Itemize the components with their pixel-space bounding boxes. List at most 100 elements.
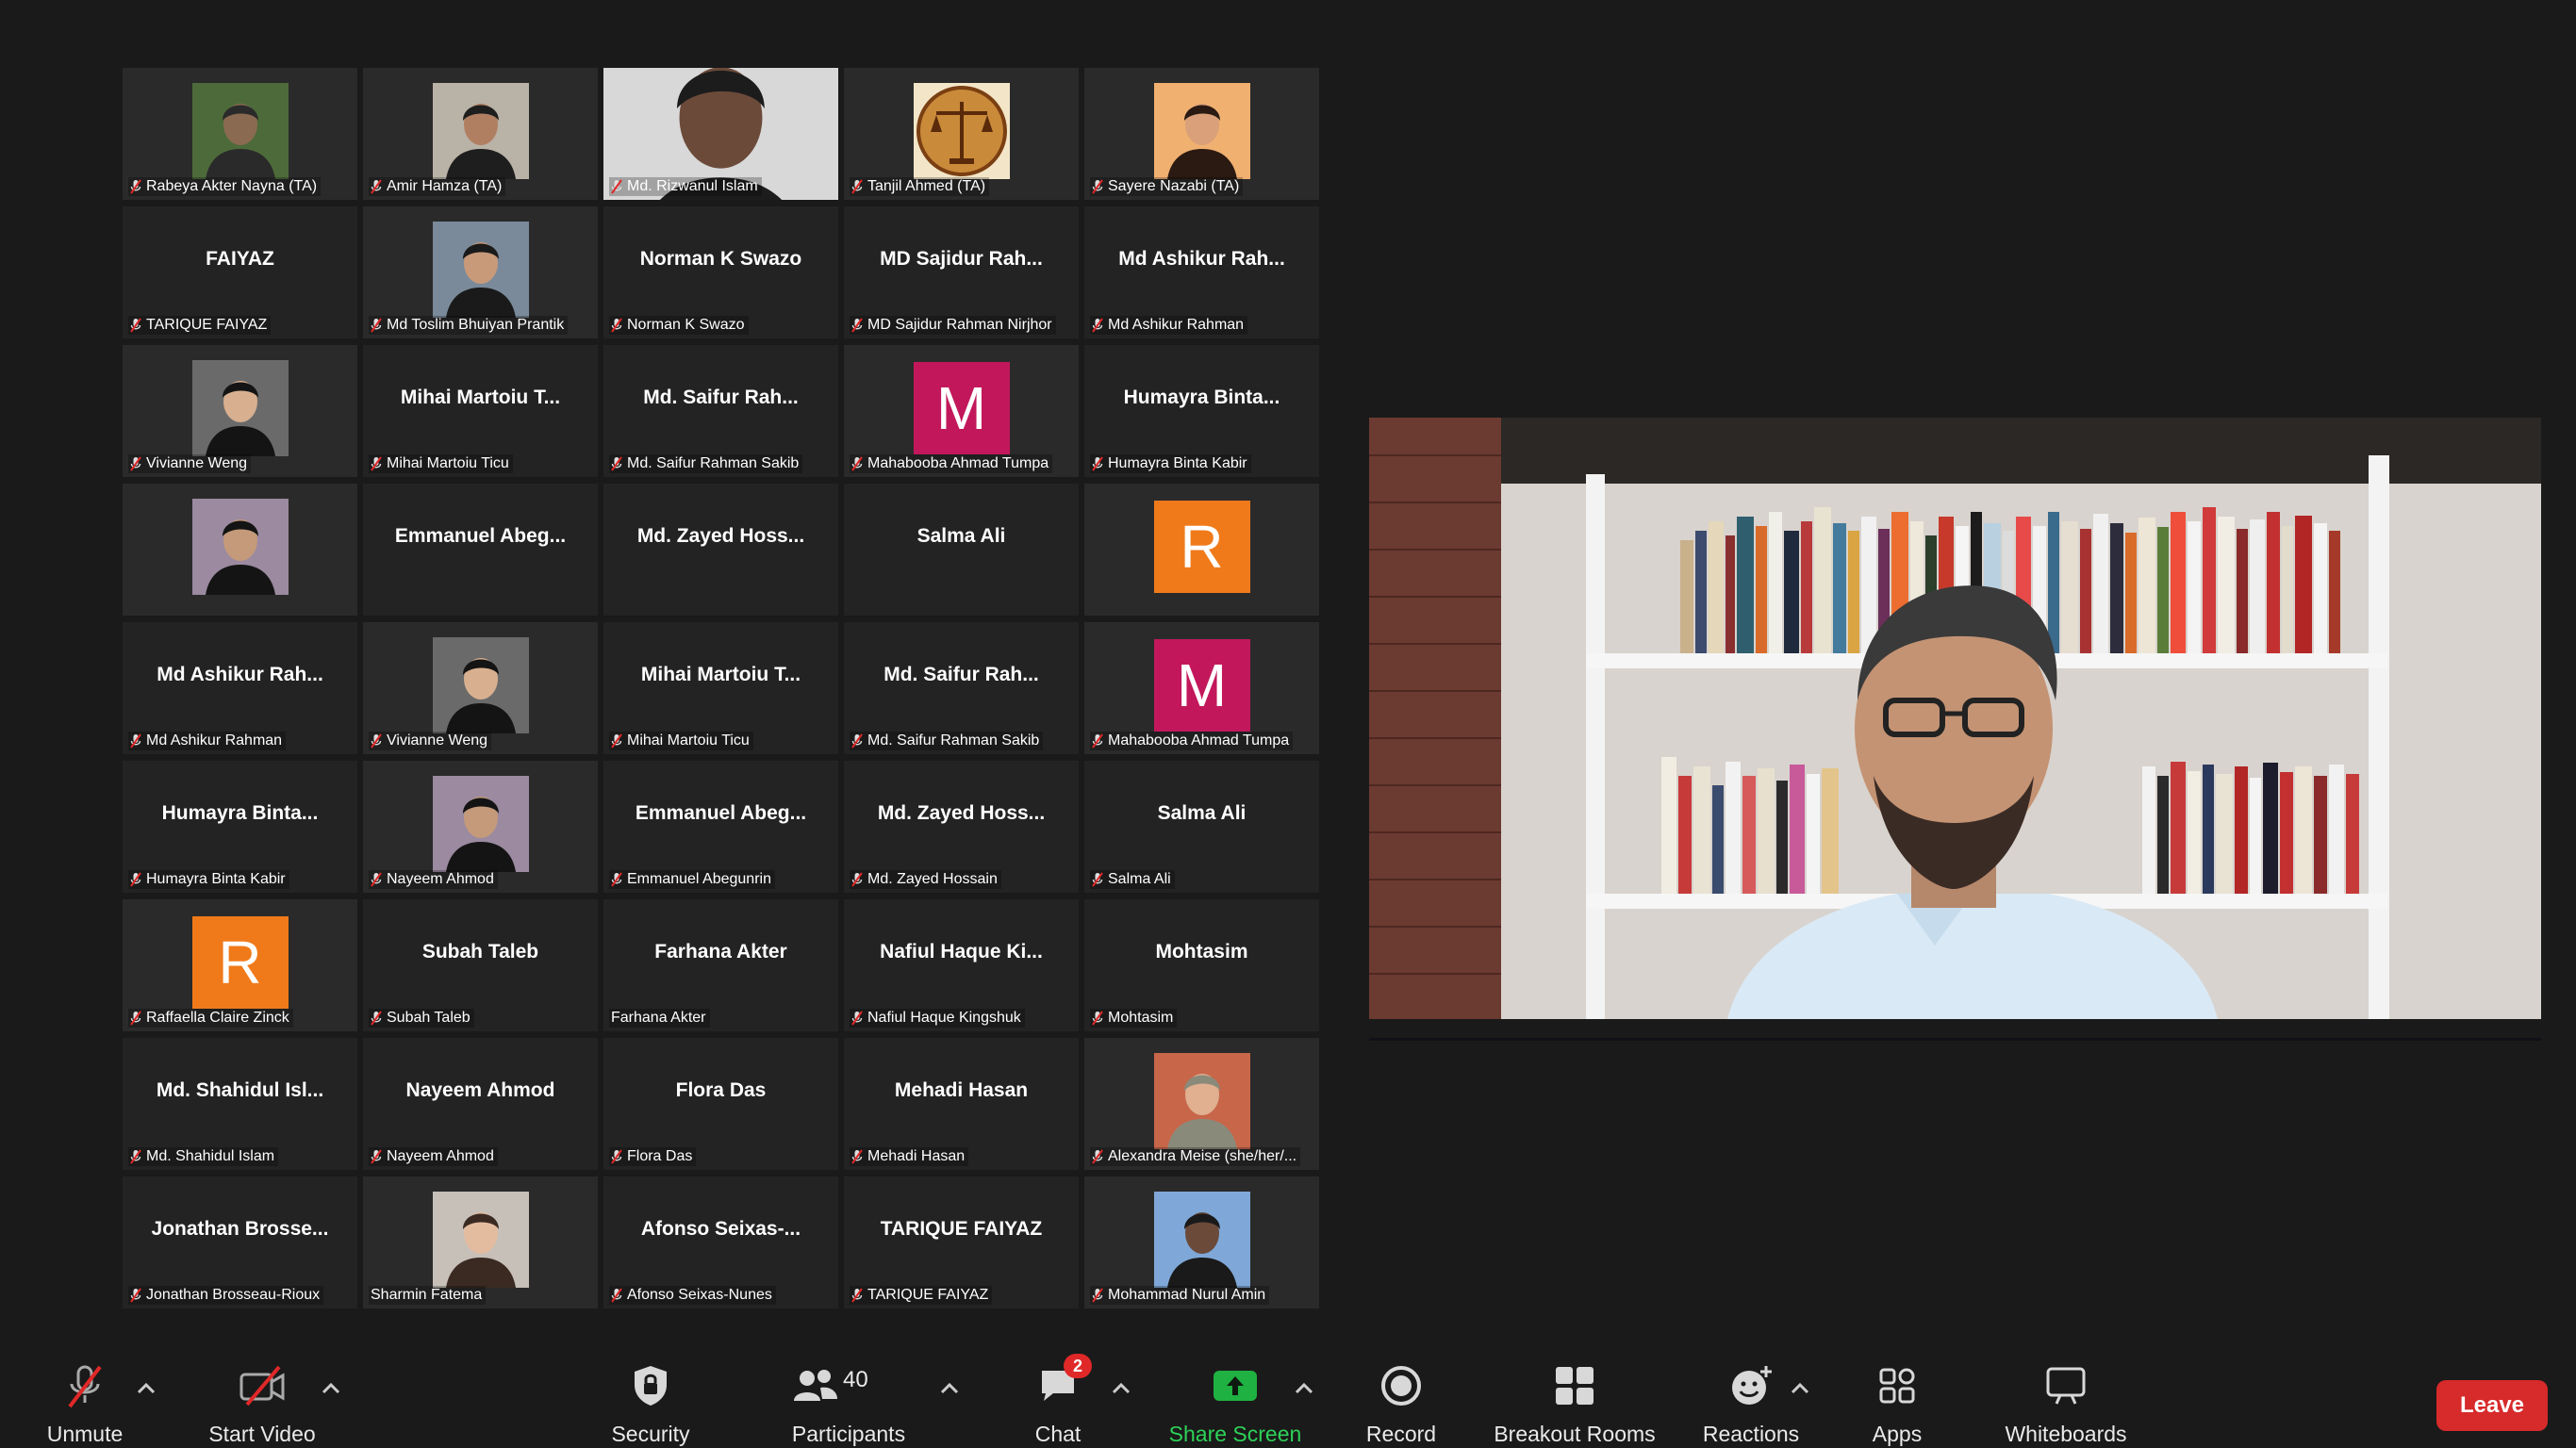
security-label: Security [611,1422,690,1446]
participant-tile[interactable]: Tanjil Ahmed (TA) [844,68,1079,200]
participant-tile[interactable]: M Mahabooba Ahmad Tumpa [844,345,1079,477]
participant-tile[interactable]: Amir Hamza (TA) [363,68,598,200]
participant-tile[interactable] [123,484,357,616]
audio-options-chevron-icon[interactable] [136,1382,157,1395]
mic-muted-icon [851,456,863,471]
participant-tile[interactable]: FAIYAZ TARIQUE FAIYAZ [123,206,357,338]
breakout-rooms-button[interactable]: Breakout Rooms [1490,1361,1660,1448]
participant-name-label: Salma Ali [1090,870,1175,889]
participant-tile[interactable]: M Mahabooba Ahmad Tumpa [1084,622,1319,754]
participant-tile[interactable]: Sharmin Fatema [363,1176,598,1308]
participant-name-label: Jonathan Brosseau-Rioux [128,1286,324,1305]
participant-tile[interactable]: Farhana Akter Farhana Akter [603,899,838,1031]
participant-name-label: Md Toslim Bhuiyan Prantik [369,316,569,335]
avatar-initial: M [1153,639,1250,732]
participant-tile[interactable]: TARIQUE FAIYAZ TARIQUE FAIYAZ [844,1176,1079,1308]
apps-button[interactable]: Apps [1859,1361,1935,1448]
record-button[interactable]: Record [1354,1361,1448,1448]
participant-tile[interactable]: Emmanuel Abeg... Emmanuel Abegunrin [603,761,838,893]
leave-button[interactable]: Leave [2436,1380,2548,1431]
participant-display-name: Emmanuel Abeg... [635,802,807,824]
participant-tile[interactable]: Vivianne Weng [363,622,598,754]
mic-muted-icon [371,179,382,194]
participant-tile[interactable]: MD Sajidur Rah... MD Sajidur Rahman Nirjh… [844,206,1079,338]
participant-tile[interactable]: Mohtasim Mohtasim [1084,899,1319,1031]
reactions-options-chevron-icon[interactable] [1790,1382,1810,1395]
active-speaker-video[interactable] [1369,418,2541,1019]
participant-tile[interactable]: Salma Ali [844,484,1079,616]
meeting-toolbar: Unmute Start Video Security 40 Participa… [0,1337,2576,1448]
participant-tile[interactable]: Mihai Martoiu T... Mihai Martoiu Ticu [603,622,838,754]
share-screen-button[interactable]: Share Screen [1160,1361,1311,1448]
participant-display-name: Humayra Binta... [1123,387,1280,408]
participant-display-name: Nayeem Ahmod [405,1079,555,1101]
participant-tile[interactable]: Emmanuel Abeg... [363,484,598,616]
participant-tile[interactable]: Rabeya Akter Nayna (TA) [123,68,357,200]
participant-tile[interactable]: Nayeem Ahmod Nayeem Ahmod [363,1038,598,1170]
participant-tile[interactable]: R Raffaella Claire Zinck [123,899,357,1031]
participant-tile[interactable]: Md. Saifur Rah... Md. Saifur Rahman Sakib [844,622,1079,754]
participant-display-name: Humayra Binta... [161,802,319,824]
participant-tile[interactable]: Nafiul Haque Ki... Nafiul Haque Kingshuk [844,899,1079,1031]
participant-tile[interactable]: Mehadi Hasan Mehadi Hasan [844,1038,1079,1170]
participant-tile[interactable]: Md. Zayed Hoss... [603,484,838,616]
participant-tile[interactable]: Md. Zayed Hoss... Md. Zayed Hossain [844,761,1079,893]
chat-button[interactable]: 2 Chat [1020,1354,1096,1448]
participant-display-name: Mohtasim [1155,941,1248,963]
participant-tile[interactable]: R [1084,484,1319,616]
participant-tile[interactable]: Subah Taleb Subah Taleb [363,899,598,1031]
participant-tile[interactable]: Flora Das Flora Das [603,1038,838,1170]
participant-tile[interactable]: Sayere Nazabi (TA) [1084,68,1319,200]
unmute-button[interactable]: Unmute [38,1361,132,1448]
share-options-chevron-icon[interactable] [1294,1382,1314,1395]
reactions-button[interactable]: Reactions [1699,1361,1803,1448]
participant-name-text: Jonathan Brosseau-Rioux [146,1287,321,1303]
participant-display-name: Md Ashikur Rah... [1118,248,1285,270]
mic-muted-icon [851,1011,863,1026]
participant-tile[interactable]: Md. Rizwanul Islam [603,68,838,200]
participant-name-label: Humayra Binta Kabir [128,870,289,889]
participant-name-text: Amir Hamza (TA) [387,178,503,194]
mic-muted-icon [611,1288,622,1303]
participants-options-chevron-icon[interactable] [939,1382,960,1395]
participant-tile[interactable]: Norman K Swazo Norman K Swazo [603,206,838,338]
participant-tile[interactable]: Humayra Binta... Humayra Binta Kabir [123,761,357,893]
participant-tile[interactable]: Alexandra Meise (she/her/... [1084,1038,1319,1170]
participant-tile[interactable]: Md Ashikur Rah... Md Ashikur Rahman [1084,206,1319,338]
participant-name-label: Md. Shahidul Islam [128,1147,279,1166]
start-video-button[interactable]: Start Video [196,1361,328,1448]
start-video-label: Start Video [208,1422,316,1446]
participant-tile[interactable]: Md. Shahidul Isl... Md. Shahidul Islam [123,1038,357,1170]
participant-tile[interactable]: Md Toslim Bhuiyan Prantik [363,206,598,338]
participant-name-label: Mihai Martoiu Ticu [609,732,753,750]
chat-options-chevron-icon[interactable] [1111,1382,1131,1395]
video-options-chevron-icon[interactable] [321,1382,341,1395]
participant-tile[interactable]: Nayeem Ahmod [363,761,598,893]
participant-name-text: Md Toslim Bhuiyan Prantik [387,317,565,333]
participant-tile[interactable]: Md Ashikur Rah... Md Ashikur Rahman [123,622,357,754]
participant-tile[interactable]: Afonso Seixas-... Afonso Seixas-Nunes [603,1176,838,1308]
grid-icon [1550,1361,1599,1410]
participant-display-name: TARIQUE FAIYAZ [880,1218,1043,1240]
participant-name-text: Norman K Swazo [627,317,745,333]
participant-tile[interactable]: Jonathan Brosse... Jonathan Brosseau-Riou… [123,1176,357,1308]
whiteboards-button[interactable]: Whiteboards [1995,1361,2137,1448]
participant-tile[interactable]: Mihai Martoiu T... Mihai Martoiu Ticu [363,345,598,477]
participant-tile[interactable]: Vivianne Weng [123,345,357,477]
participant-tile[interactable]: Salma Ali Salma Ali [1084,761,1319,893]
participant-name-text: TARIQUE FAIYAZ [867,1287,989,1303]
participants-button[interactable]: 40 Participants [783,1361,915,1448]
security-button[interactable]: Security [603,1361,698,1448]
participant-name-text: Mihai Martoiu Ticu [387,455,509,471]
participant-name-text: Mihai Martoiu Ticu [627,732,750,749]
mic-muted-icon [130,456,141,471]
participant-photo [432,1192,529,1288]
participant-tile[interactable]: Humayra Binta... Humayra Binta Kabir [1084,345,1319,477]
participant-tile[interactable]: Mohammad Nurul Amin [1084,1176,1319,1308]
participant-name-text: Md. Saifur Rahman Sakib [627,455,800,471]
mic-muted-icon [851,733,863,749]
avatar-initial: R [191,916,289,1009]
participant-tile[interactable]: Md. Saifur Rah... Md. Saifur Rahman Sakib [603,345,838,477]
participant-display-name: Md. Zayed Hoss... [877,802,1046,824]
participant-name-label: Alexandra Meise (she/her/... [1090,1147,1301,1166]
